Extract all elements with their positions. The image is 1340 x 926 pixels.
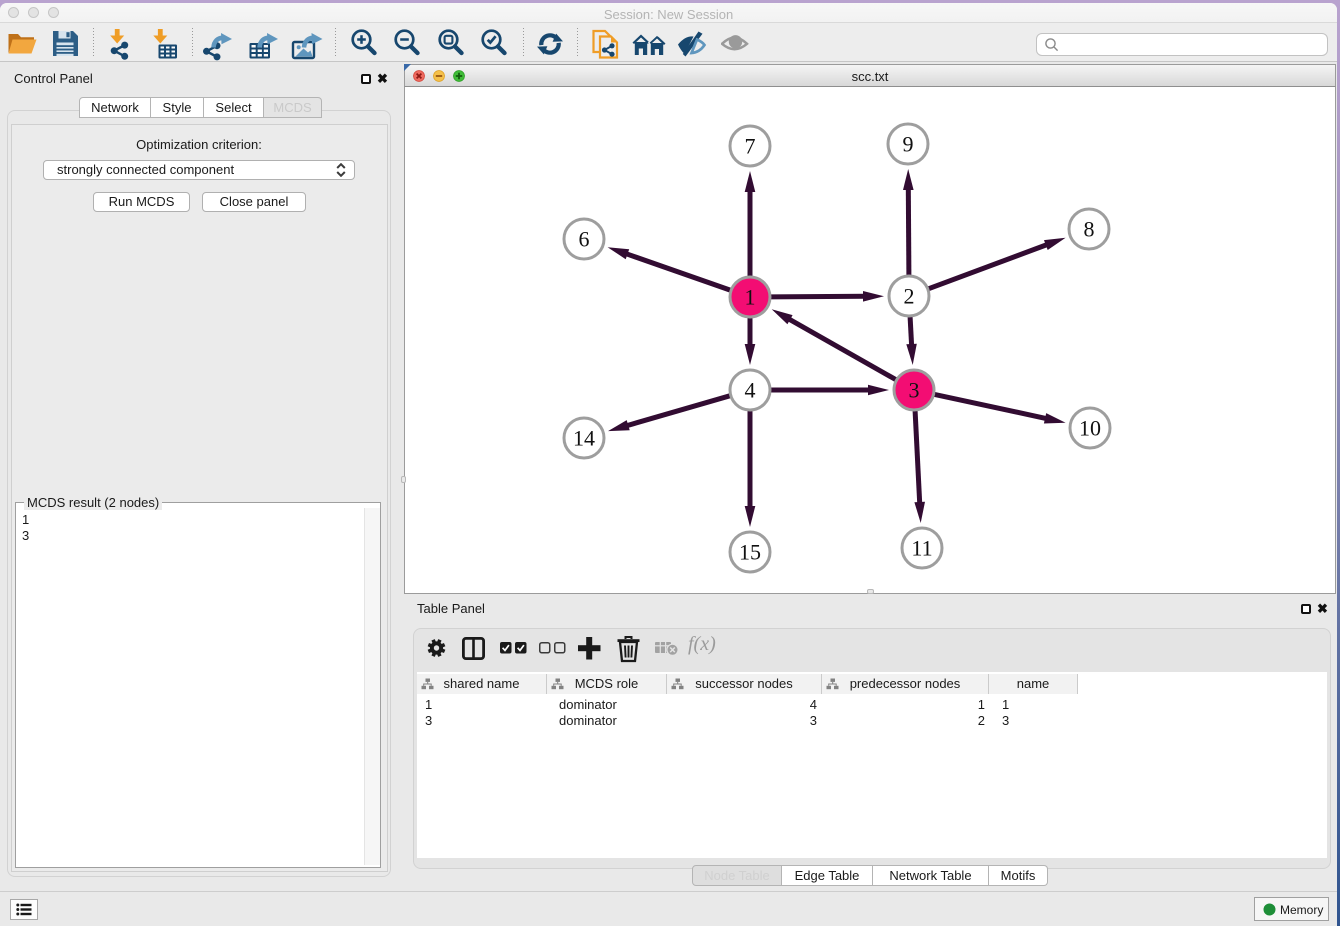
svg-text:11: 11 — [911, 536, 932, 561]
svg-text:1: 1 — [745, 285, 756, 310]
svg-text:4: 4 — [745, 378, 756, 403]
svg-text:3: 3 — [909, 378, 920, 403]
svg-text:15: 15 — [739, 540, 761, 565]
svg-text:10: 10 — [1079, 416, 1101, 441]
svg-text:9: 9 — [903, 132, 914, 157]
svg-text:8: 8 — [1084, 217, 1095, 242]
svg-text:14: 14 — [573, 426, 595, 451]
svg-text:2: 2 — [904, 284, 915, 309]
svg-text:6: 6 — [579, 227, 590, 252]
svg-text:7: 7 — [745, 134, 756, 159]
